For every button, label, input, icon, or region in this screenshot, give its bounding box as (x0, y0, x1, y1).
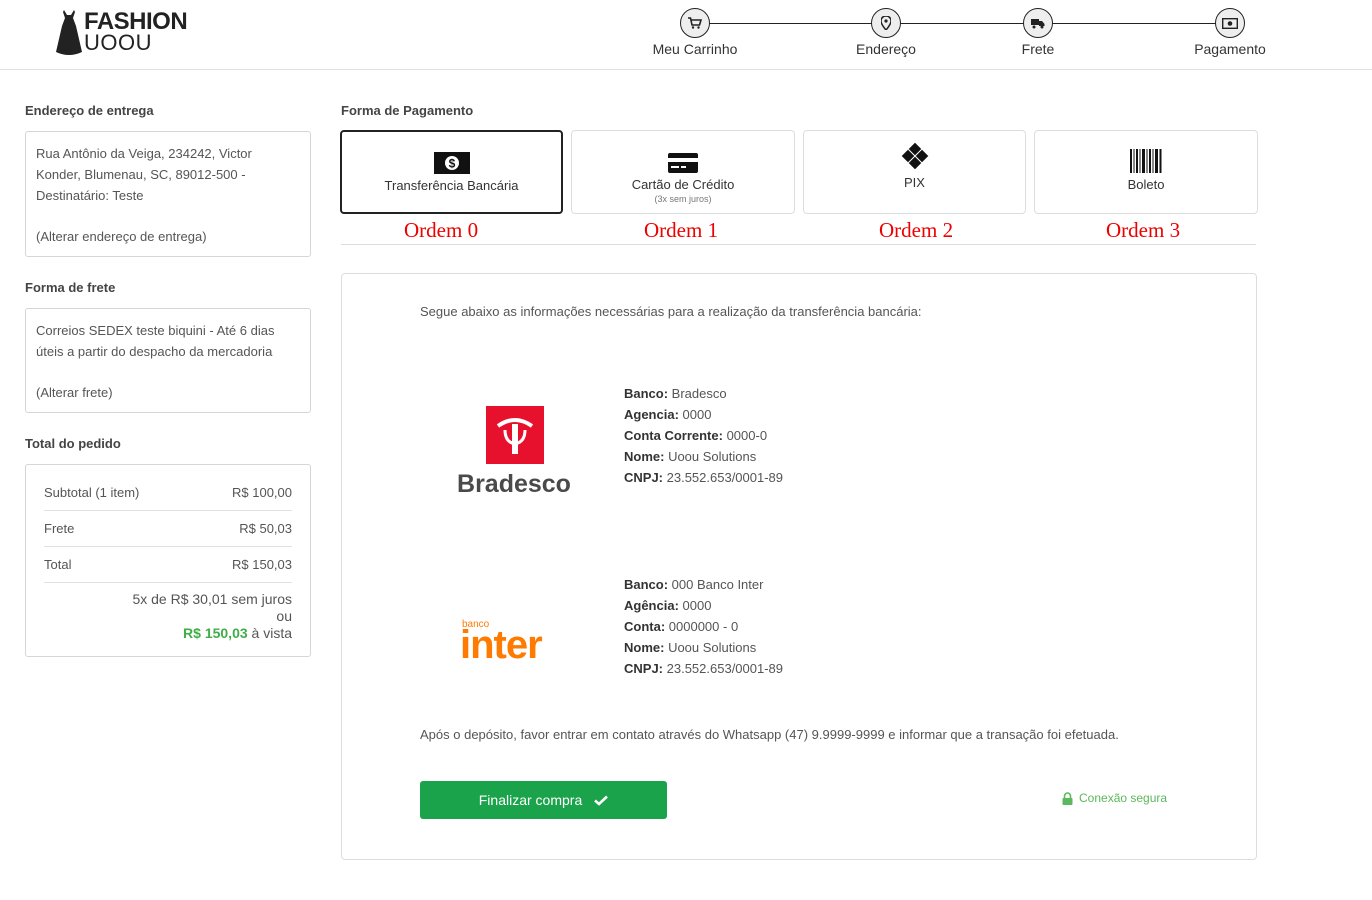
delivery-title: Endereço de entrega (25, 103, 154, 118)
order-row-total: Total R$ 150,03 (44, 547, 292, 583)
change-address-link[interactable]: (Alterar endereço de entrega) (36, 226, 300, 247)
divider (341, 244, 1256, 245)
installments-info: 5x de R$ 30,01 sem juros ou R$ 150,03 à … (44, 583, 292, 642)
bank-field: Nome: Uoou Solutions (624, 449, 757, 464)
order-row-shipping: Frete R$ 50,03 (44, 511, 292, 547)
step-shipping[interactable]: Frete (978, 8, 1098, 57)
order-row-value: R$ 100,00 (232, 485, 292, 500)
payment-method-bank-transfer[interactable]: $ Transferência Bancária (340, 130, 563, 214)
step-label: Pagamento (1194, 41, 1266, 57)
money-icon (1215, 8, 1245, 38)
bank-field: Banco: 000 Banco Inter (624, 577, 764, 592)
brand-logo[interactable]: FASHION UOOU (54, 8, 194, 58)
payment-method-pix[interactable]: PIX (803, 130, 1026, 214)
payment-method-label: Cartão de Crédito (631, 177, 735, 192)
order-row-label: Subtotal (1 item) (44, 485, 140, 500)
order-total-title: Total do pedido (25, 436, 121, 451)
after-deposit-instructions: Após o depósito, favor entrar em contato… (420, 727, 1119, 742)
bradesco-wordmark: Bradesco (457, 470, 571, 496)
bank-field: CNPJ: 23.552.653/0001-89 (624, 661, 784, 676)
payment-method-credit-card[interactable]: Cartão de Crédito (3x sem juros) (571, 130, 795, 214)
banknote-icon: $ (342, 144, 561, 174)
bank-field: Agência: 0000 (624, 598, 712, 613)
header: FASHION UOOU Meu Carrinho Endereço Frete (0, 0, 1372, 70)
cash-price-suffix: à vista (247, 625, 292, 641)
checkout-steps: Meu Carrinho Endereço Frete Pagamento (640, 8, 1280, 63)
truck-icon (1023, 8, 1053, 38)
finalize-purchase-button[interactable]: Finalizar compra (420, 781, 667, 819)
inter-details: Banco: 000 Banco Inter Agência: 0000 Con… (624, 574, 783, 679)
map-pin-icon (871, 8, 901, 38)
step-label: Meu Carrinho (652, 41, 738, 57)
bradesco-logo: Bradesco (457, 406, 571, 496)
step-address[interactable]: Endereço (826, 8, 946, 57)
credit-card-icon (572, 143, 794, 173)
finalize-label: Finalizar compra (478, 792, 583, 808)
transfer-details-panel (341, 273, 1257, 860)
shipping-line: Correios SEDEX teste biquini - Até 6 dia… (36, 323, 275, 338)
installments-text: 5x de R$ 30,01 sem juros (132, 591, 292, 607)
brand-name-line2: UOOU (84, 30, 152, 55)
dress-logo-icon (56, 10, 82, 55)
bank-field: CNPJ: 23.552.653/0001-89 (624, 470, 784, 485)
transfer-intro: Segue abaixo as informações necessárias … (420, 304, 922, 319)
step-payment[interactable]: Pagamento (1170, 8, 1290, 57)
shipping-method-card: Correios SEDEX teste biquini - Até 6 dia… (25, 308, 311, 413)
payment-method-sublabel: (3x sem juros) (654, 194, 712, 204)
step-cart[interactable]: Meu Carrinho (635, 8, 755, 57)
order-row-label: Frete (44, 521, 75, 536)
svg-text:$: $ (448, 157, 455, 171)
barcode-icon (1035, 143, 1257, 173)
inter-logo: banco inter (460, 619, 543, 662)
address-line: Rua Antônio da Veiga, 234242, Victor (36, 146, 252, 161)
address-line: Konder, Blumenau, SC, 89012-500 - (36, 167, 246, 182)
order-row-subtotal: Subtotal (1 item) R$ 100,00 (44, 465, 292, 511)
secure-connection: Conexão segura (1062, 791, 1167, 805)
installments-or: ou (276, 608, 292, 624)
pix-icon (804, 141, 1025, 171)
bank-field: Banco: Bradesco (624, 386, 727, 401)
order-row-value: R$ 50,03 (239, 521, 292, 536)
delivery-address-card: Rua Antônio da Veiga, 234242, Victor Kon… (25, 131, 311, 257)
bradesco-details: Banco: Bradesco Agencia: 0000 Conta Corr… (624, 383, 783, 488)
change-shipping-link[interactable]: (Alterar frete) (36, 382, 300, 403)
payment-title: Forma de Pagamento (341, 103, 474, 118)
order-annotation: Ordem 3 (1106, 218, 1181, 242)
check-icon (594, 795, 609, 806)
order-annotation: Ordem 0 (404, 218, 479, 242)
order-annotation: Ordem 1 (644, 218, 719, 242)
order-annotation: Ordem 2 (879, 218, 954, 242)
cart-icon (680, 8, 710, 38)
step-label: Frete (1021, 41, 1055, 57)
shipping-line: úteis a partir do despacho da mercadoria (36, 344, 273, 359)
payment-method-label: Transferência Bancária (384, 178, 519, 193)
payment-method-label: Boleto (1127, 177, 1165, 192)
bank-field: Conta Corrente: 0000-0 (624, 428, 768, 443)
cash-price: R$ 150,03 à vista (44, 625, 292, 642)
payment-method-boleto[interactable]: Boleto (1034, 130, 1258, 214)
bank-field: Conta: 0000000 - 0 (624, 619, 739, 634)
step-label: Endereço (856, 41, 916, 57)
inter-wordmark: inter (460, 623, 542, 662)
secure-label: Conexão segura (1079, 791, 1168, 805)
bank-field: Nome: Uoou Solutions (624, 640, 757, 655)
order-row-value: R$ 150,03 (232, 557, 292, 572)
order-row-label: Total (44, 557, 72, 572)
steps-connector (690, 23, 1230, 24)
cash-price-value: R$ 150,03 (183, 625, 248, 641)
bank-field: Agencia: 0000 (624, 407, 712, 422)
order-total-card: Subtotal (1 item) R$ 100,00 Frete R$ 50,… (25, 464, 311, 657)
payment-method-label: PIX (904, 175, 925, 190)
lock-icon (1062, 791, 1073, 805)
shipping-title: Forma de frete (25, 280, 116, 295)
address-recipient: Destinatário: Teste (36, 188, 144, 203)
